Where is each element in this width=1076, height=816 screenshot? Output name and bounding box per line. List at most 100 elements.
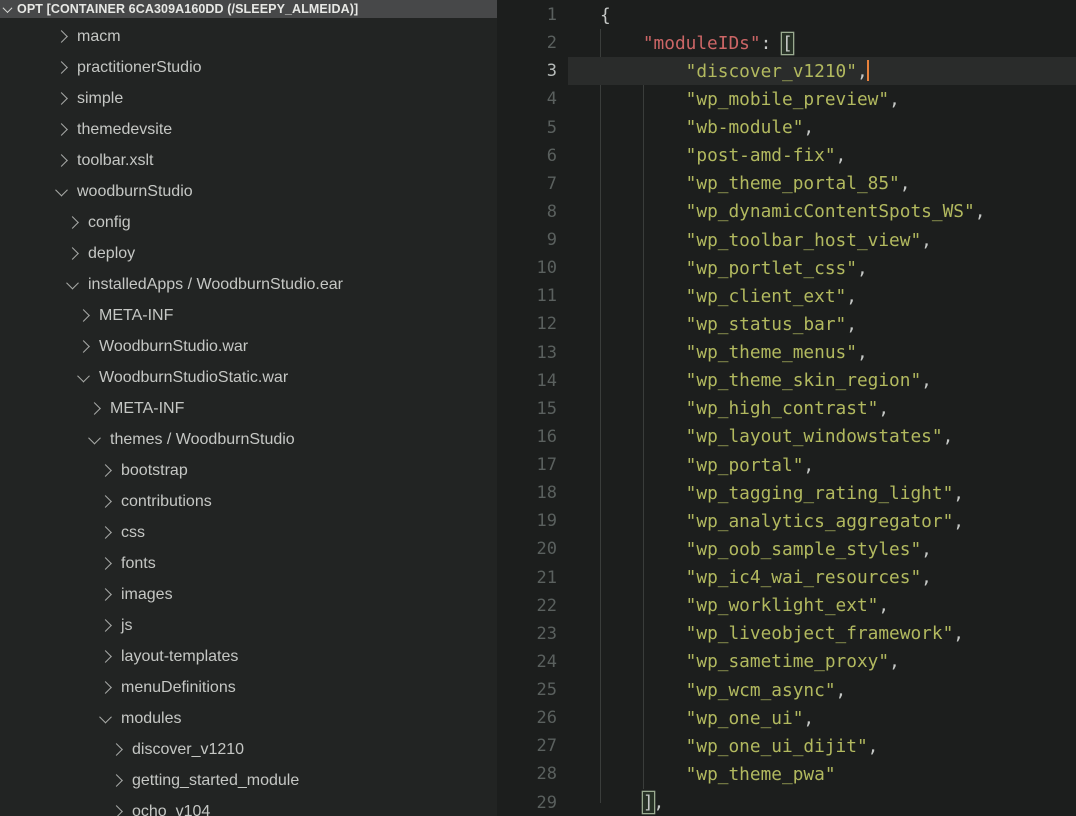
tree-item-woodburnstudio-war[interactable]: WoodburnStudio.war (0, 331, 497, 362)
code-line[interactable]: 14 "wp_theme_skin_region", (497, 367, 1076, 395)
code-line[interactable]: 18 "wp_tagging_rating_light", (497, 479, 1076, 507)
tree-item-fonts[interactable]: fonts (0, 548, 497, 579)
tree-item-deploy[interactable]: deploy (0, 238, 497, 269)
indent-space (600, 342, 686, 363)
chevron-right-icon (99, 588, 112, 601)
code-line[interactable]: 8 "wp_dynamicContentSpots_WS", (497, 198, 1076, 226)
tree-item-installedapps-woodburnstudio-ear[interactable]: installedApps / WoodburnStudio.ear (0, 269, 497, 300)
tree-item-themedevsite[interactable]: themedevsite (0, 114, 497, 145)
code-line[interactable]: 11 "wp_client_ext", (497, 282, 1076, 310)
json-string: "wp_one_ui" (686, 708, 804, 729)
tree-item-meta-inf[interactable]: META-INF (0, 300, 497, 331)
code-line[interactable]: 19 "wp_analytics_aggregator", (497, 507, 1076, 535)
code-line[interactable]: 17 "wp_portal", (497, 451, 1076, 479)
chevron-down-icon (66, 277, 79, 290)
line-number: 28 (497, 764, 568, 784)
tree-item-ocho-v104[interactable]: ocho_v104 (0, 796, 497, 816)
tree-item-images[interactable]: images (0, 579, 497, 610)
punctuation: , (889, 651, 900, 672)
code-line[interactable]: 9 "wp_toolbar_host_view", (497, 226, 1076, 254)
code-line[interactable]: 4 "wp_mobile_preview", (497, 85, 1076, 113)
indent-space (600, 455, 686, 476)
code-line-content: "wp_one_ui_dijit", (568, 736, 878, 757)
chevron-right-icon (77, 309, 90, 322)
chevron-down-icon (99, 711, 112, 724)
code-line[interactable]: 29 ], (497, 789, 1076, 816)
punctuation: , (921, 567, 932, 588)
chevron-right-icon (88, 402, 101, 415)
json-key: "moduleIDs" (643, 33, 761, 54)
code-line[interactable]: 24 "wp_sametime_proxy", (497, 648, 1076, 676)
tree-item-modules[interactable]: modules (0, 703, 497, 734)
tree-item-themes-woodburnstudio[interactable]: themes / WoodburnStudio (0, 424, 497, 455)
tree-item-css[interactable]: css (0, 517, 497, 548)
code-line[interactable]: 13 "wp_theme_menus", (497, 339, 1076, 367)
code-line[interactable]: 6 "post-amd-fix", (497, 142, 1076, 170)
code-line[interactable]: 21 "wp_ic4_wai_resources", (497, 564, 1076, 592)
code-line[interactable]: 26 "wp_one_ui", (497, 704, 1076, 732)
line-number: 6 (497, 146, 568, 166)
tree-item-config[interactable]: config (0, 207, 497, 238)
tree-item-woodburnstudiostatic-war[interactable]: WoodburnStudioStatic.war (0, 362, 497, 393)
indent-space (600, 539, 686, 560)
punctuation: , (654, 792, 665, 813)
code-line[interactable]: 15 "wp_high_contrast", (497, 395, 1076, 423)
chevron-right-icon (110, 743, 123, 756)
code-line[interactable]: 28 "wp_theme_pwa" (497, 760, 1076, 788)
tree-item-label: simple (77, 90, 123, 108)
code-editor[interactable]: 1{2 "moduleIDs": [3 "discover_v1210",4 "… (497, 0, 1076, 816)
line-number: 13 (497, 343, 568, 363)
tree-item-practitionerstudio[interactable]: practitionerStudio (0, 52, 497, 83)
code-line-content: "wp_portlet_css", (568, 258, 868, 279)
code-line[interactable]: 3 "discover_v1210", (497, 57, 1076, 85)
tree-item-meta-inf[interactable]: META-INF (0, 393, 497, 424)
json-string: "wp_portlet_css" (686, 258, 857, 279)
tree-item-getting-started-module[interactable]: getting_started_module (0, 765, 497, 796)
code-line[interactable]: 10 "wp_portlet_css", (497, 254, 1076, 282)
bracket-match: ] (643, 792, 654, 813)
chevron-right-icon (99, 681, 112, 694)
tree-item-layout-templates[interactable]: layout-templates (0, 641, 497, 672)
tree-item-contributions[interactable]: contributions (0, 486, 497, 517)
json-string: "wp_status_bar" (686, 314, 847, 335)
line-number: 10 (497, 258, 568, 278)
explorer-section-header[interactable]: OPT [CONTAINER 6CA309A160DD (/SLEEPY_ALM… (0, 0, 497, 18)
code-line[interactable]: 20 "wp_oob_sample_styles", (497, 535, 1076, 563)
tree-item-macm[interactable]: macm (0, 21, 497, 52)
punctuation: , (921, 539, 932, 560)
code-line[interactable]: 22 "wp_worklight_ext", (497, 592, 1076, 620)
json-string: "wp_client_ext" (686, 286, 847, 307)
tree-item-discover-v1210[interactable]: discover_v1210 (0, 734, 497, 765)
tree-item-label: themedevsite (77, 121, 172, 139)
tree-item-woodburnstudio[interactable]: woodburnStudio (0, 176, 497, 207)
code-line[interactable]: 5 "wb-module", (497, 114, 1076, 142)
code-line[interactable]: 27 "wp_one_ui_dijit", (497, 732, 1076, 760)
chevron-right-icon (55, 154, 68, 167)
tree-item-js[interactable]: js (0, 610, 497, 641)
code-line[interactable]: 1{ (497, 1, 1076, 29)
code-line[interactable]: 12 "wp_status_bar", (497, 310, 1076, 338)
indent-space (600, 708, 686, 729)
chevron-right-icon (55, 123, 68, 136)
json-string: "wp_high_contrast" (686, 398, 879, 419)
indent-space (600, 567, 686, 588)
code-line-content: "wp_oob_sample_styles", (568, 539, 932, 560)
code-line[interactable]: 25 "wp_wcm_async", (497, 676, 1076, 704)
tree-item-bootstrap[interactable]: bootstrap (0, 455, 497, 486)
code-line[interactable]: 16 "wp_layout_windowstates", (497, 423, 1076, 451)
tree-item-toolbar-xslt[interactable]: toolbar.xslt (0, 145, 497, 176)
indent-space (600, 89, 686, 110)
tree-item-menudefinitions[interactable]: menuDefinitions (0, 672, 497, 703)
code-line[interactable]: 7 "wp_theme_portal_85", (497, 170, 1076, 198)
tree-item-simple[interactable]: simple (0, 83, 497, 114)
chevron-down-icon (55, 184, 68, 197)
code-line[interactable]: 2 "moduleIDs": [ (497, 29, 1076, 57)
code-line-content: "wp_tagging_rating_light", (568, 483, 964, 504)
code-line[interactable]: 23 "wp_liveobject_framework", (497, 620, 1076, 648)
explorer-sidebar: OPT [CONTAINER 6CA309A160DD (/SLEEPY_ALM… (0, 0, 497, 816)
json-string: "discover_v1210" (686, 61, 857, 82)
code-line-content: "wp_worklight_ext", (568, 595, 889, 616)
json-string: "wp_ic4_wai_resources" (686, 567, 922, 588)
chevron-right-icon (77, 340, 90, 353)
indent-space (600, 792, 643, 813)
